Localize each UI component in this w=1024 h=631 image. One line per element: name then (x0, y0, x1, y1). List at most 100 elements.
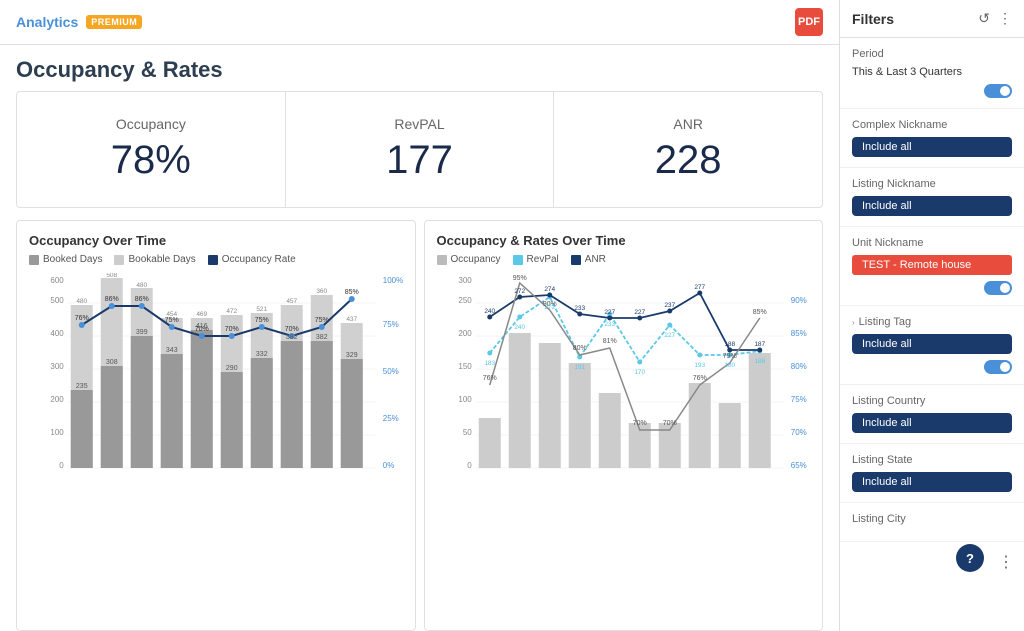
svg-text:227: 227 (664, 332, 675, 339)
legend-bookable-icon (114, 255, 124, 265)
svg-text:457: 457 (286, 298, 297, 305)
listing-tag-chevron-icon: › (852, 318, 855, 327)
svg-text:233: 233 (604, 321, 615, 328)
filters-header: Filters ↺ ⋮ (840, 0, 1024, 38)
svg-text:332: 332 (256, 351, 268, 358)
legend-revpal: RevPal (513, 254, 559, 265)
filter-unit-nickname-title: Unit Nickname (852, 237, 1012, 249)
svg-text:25%: 25% (383, 414, 399, 423)
svg-text:308: 308 (106, 359, 118, 366)
legend-revpal-label: RevPal (527, 254, 559, 265)
svg-text:382: 382 (286, 334, 298, 341)
occupancy-chart: Occupancy Over Time Booked Days Bookable… (16, 220, 416, 631)
filter-listing-nickname-title: Listing Nickname (852, 178, 1012, 190)
charts-row: Occupancy Over Time Booked Days Bookable… (0, 220, 839, 631)
filters-panel: Filters ↺ ⋮ Period This & Last 3 Quarter… (839, 0, 1024, 631)
filter-unit-nickname: Unit Nickname TEST - Remote house (840, 227, 1024, 306)
listing-country-include-button[interactable]: Include all (852, 413, 1012, 433)
svg-text:454: 454 (166, 311, 177, 318)
complex-nickname-include-button[interactable]: Include all (852, 137, 1012, 157)
help-button[interactable]: ? (956, 544, 984, 572)
svg-text:75%: 75% (165, 317, 179, 324)
anr-value: 228 (570, 138, 806, 183)
svg-text:150: 150 (458, 362, 472, 371)
filter-period-value: This & Last 3 Quarters (852, 66, 1012, 78)
svg-text:382: 382 (316, 334, 328, 341)
unit-nickname-tag-button[interactable]: TEST - Remote house (852, 255, 1012, 275)
rates-chart-legend: Occupancy RevPal ANR (437, 254, 811, 265)
svg-text:300: 300 (50, 362, 64, 371)
premium-badge: PREMIUM (86, 15, 142, 29)
svg-text:85%: 85% (752, 309, 766, 316)
svg-text:400: 400 (50, 329, 64, 338)
svg-text:277: 277 (694, 284, 705, 291)
legend-booked-days: Booked Days (29, 254, 102, 265)
svg-text:85%: 85% (345, 289, 359, 296)
svg-text:75%: 75% (790, 395, 806, 404)
svg-text:70%: 70% (225, 326, 239, 333)
listing-state-include-button[interactable]: Include all (852, 472, 1012, 492)
listing-tag-header[interactable]: › Listing Tag (852, 316, 1012, 328)
svg-text:399: 399 (136, 329, 148, 336)
svg-text:0%: 0% (383, 461, 395, 470)
svg-text:86%: 86% (135, 296, 149, 303)
svg-text:480: 480 (136, 282, 147, 289)
listing-tag-toggle[interactable] (984, 360, 1012, 374)
svg-text:80%: 80% (790, 362, 806, 371)
period-toggle[interactable] (984, 84, 1012, 98)
svg-text:70%: 70% (632, 420, 646, 427)
legend-rate-icon (208, 255, 218, 265)
svg-text:95%: 95% (512, 275, 526, 282)
svg-text:437: 437 (346, 316, 357, 323)
legend-bookable-days: Bookable Days (114, 254, 195, 265)
svg-text:290: 290 (226, 365, 238, 372)
anr-metric: ANR 228 (554, 92, 822, 207)
svg-text:85%: 85% (790, 329, 806, 338)
occupancy-label: Occupancy (33, 116, 269, 132)
svg-text:76%: 76% (75, 315, 89, 322)
unit-nickname-toggle[interactable] (984, 281, 1012, 295)
svg-text:79%: 79% (722, 353, 736, 360)
filters-more-button[interactable]: ⋮ (998, 10, 1012, 27)
svg-text:183: 183 (484, 360, 495, 367)
legend-occupancy-label: Occupancy (451, 254, 501, 265)
svg-text:70%: 70% (285, 326, 299, 333)
svg-text:86%: 86% (105, 296, 119, 303)
more-options-button[interactable]: ⋮ (998, 552, 1014, 572)
svg-text:80%: 80% (572, 345, 586, 352)
anr-label: ANR (570, 116, 806, 132)
filter-complex-title: Complex Nickname (852, 119, 1012, 131)
svg-text:521: 521 (256, 306, 267, 313)
svg-text:508: 508 (106, 273, 117, 279)
top-bar: Analytics PREMIUM PDF (0, 0, 839, 45)
legend-occupancy-rate: Occupancy Rate (208, 254, 296, 265)
svg-text:272: 272 (514, 288, 525, 295)
revpal-label: RevPAL (302, 116, 538, 132)
refresh-button[interactable]: ↺ (978, 10, 990, 27)
occupancy-value: 78% (33, 138, 269, 183)
svg-text:50%: 50% (383, 367, 399, 376)
svg-text:469: 469 (196, 311, 207, 318)
listing-tag-include-button[interactable]: Include all (852, 334, 1012, 354)
legend-anr-icon (571, 255, 581, 265)
svg-text:70%: 70% (790, 428, 806, 437)
svg-text:240: 240 (484, 308, 495, 315)
svg-text:200: 200 (50, 395, 64, 404)
svg-text:76%: 76% (482, 375, 496, 382)
svg-text:193: 193 (694, 362, 705, 369)
legend-booked-label: Booked Days (43, 254, 102, 265)
svg-text:90%: 90% (790, 296, 806, 305)
svg-text:227: 227 (604, 309, 615, 316)
occupancy-chart-title: Occupancy Over Time (29, 233, 403, 248)
pdf-export-button[interactable]: PDF (795, 8, 823, 36)
svg-text:75%: 75% (315, 317, 329, 324)
listing-nickname-include-button[interactable]: Include all (852, 196, 1012, 216)
svg-text:81%: 81% (602, 338, 616, 345)
svg-text:187: 187 (754, 341, 765, 348)
metrics-row: Occupancy 78% RevPAL 177 ANR 228 (16, 91, 823, 208)
filter-complex-nickname: Complex Nickname Include all (840, 109, 1024, 168)
svg-text:65%: 65% (790, 461, 806, 470)
occupancy-metric: Occupancy 78% (17, 92, 286, 207)
filter-period-title: Period (852, 48, 1012, 60)
analytics-label: Analytics (16, 14, 78, 30)
